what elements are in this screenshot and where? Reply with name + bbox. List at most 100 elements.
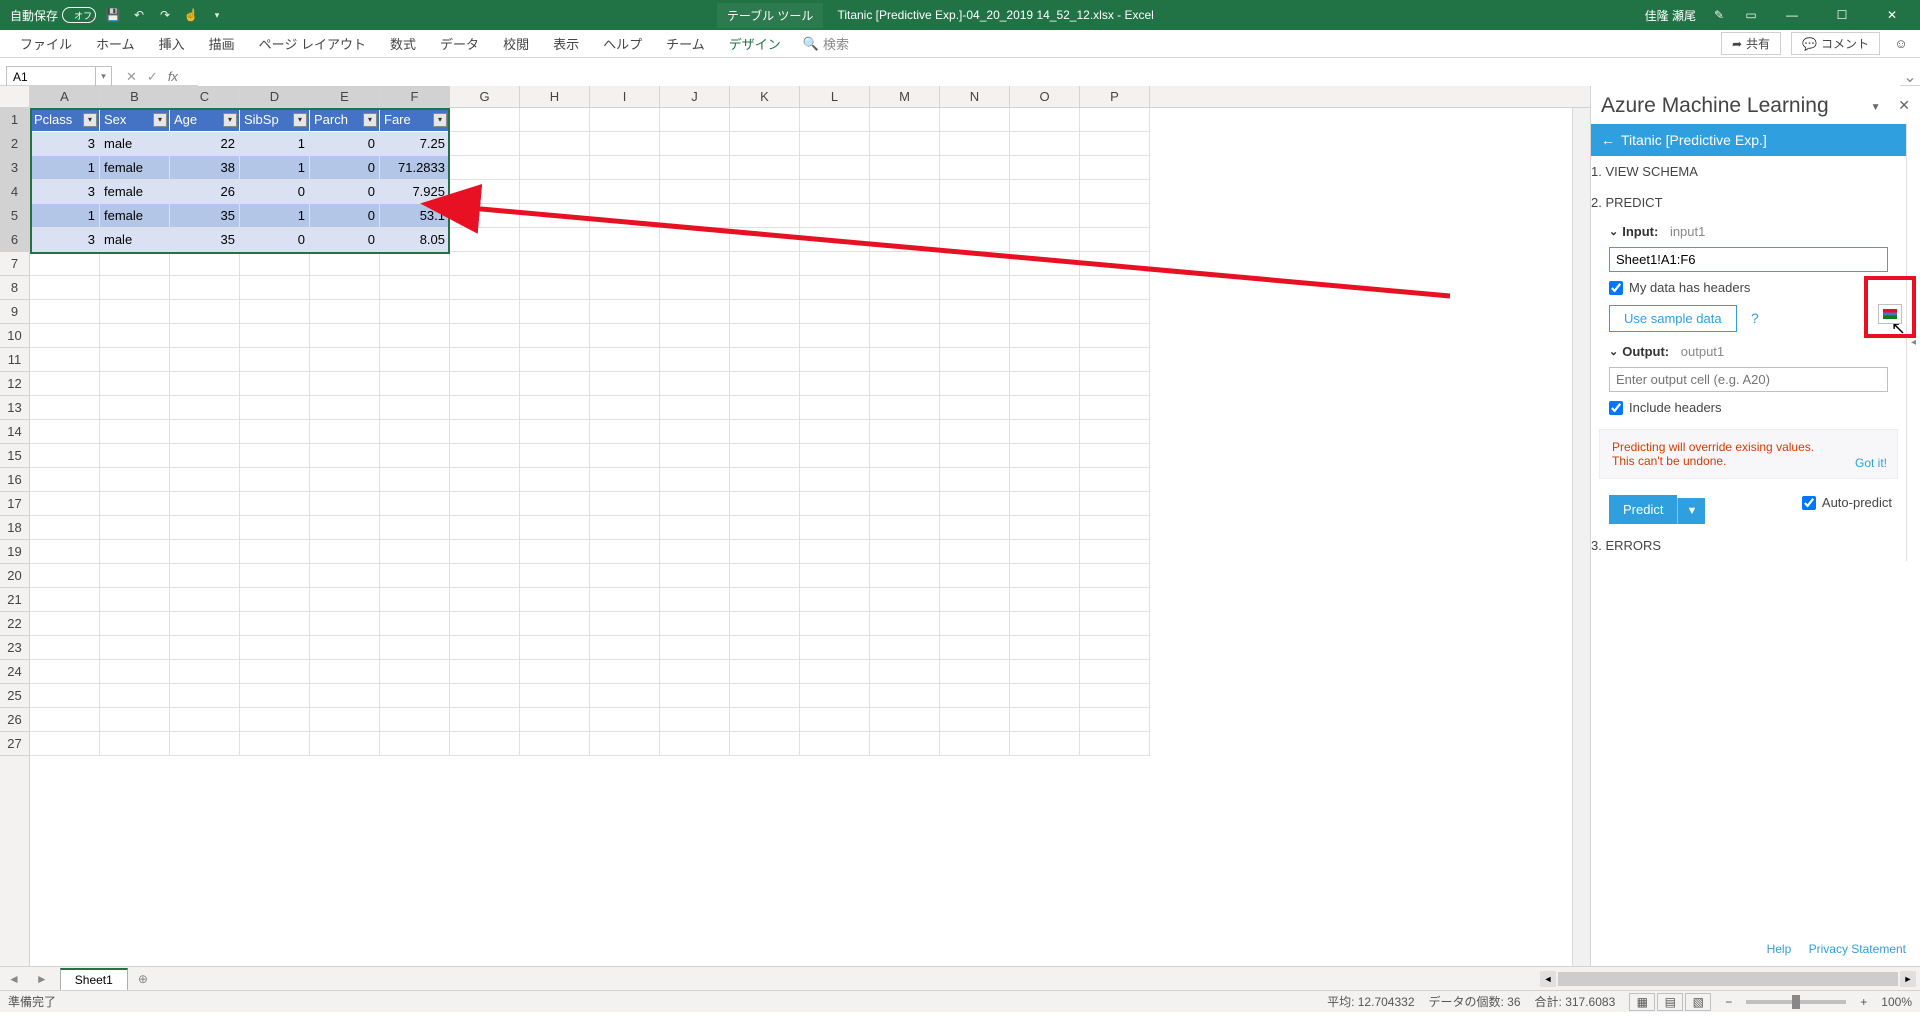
cell[interactable]: [520, 420, 590, 444]
cell[interactable]: [240, 492, 310, 516]
cell[interactable]: [100, 324, 170, 348]
table-cell[interactable]: male: [100, 228, 170, 252]
cell[interactable]: [730, 684, 800, 708]
cell[interactable]: [240, 348, 310, 372]
cell[interactable]: [520, 444, 590, 468]
feedback-smiley-icon[interactable]: ☺: [1890, 33, 1912, 55]
cell[interactable]: [940, 588, 1010, 612]
cell[interactable]: [940, 228, 1010, 252]
row-header[interactable]: 24: [0, 660, 29, 684]
view-normal-icon[interactable]: ▦: [1629, 993, 1655, 1011]
cell[interactable]: [520, 348, 590, 372]
tab-view[interactable]: 表示: [541, 30, 591, 58]
cell[interactable]: [870, 252, 940, 276]
row-header[interactable]: 25: [0, 684, 29, 708]
minimize-button[interactable]: —: [1774, 0, 1810, 30]
cell[interactable]: [30, 420, 100, 444]
cell[interactable]: [240, 468, 310, 492]
notification-icon[interactable]: ✎: [1710, 6, 1728, 24]
table-cell[interactable]: 22: [170, 132, 240, 156]
cell[interactable]: [380, 564, 450, 588]
cell[interactable]: [240, 444, 310, 468]
cell[interactable]: [590, 708, 660, 732]
cell[interactable]: [380, 468, 450, 492]
cell[interactable]: [730, 252, 800, 276]
cell[interactable]: [100, 444, 170, 468]
cell[interactable]: [170, 540, 240, 564]
row-header[interactable]: 22: [0, 612, 29, 636]
cell[interactable]: [870, 468, 940, 492]
cell[interactable]: [660, 660, 730, 684]
row-header[interactable]: 5: [0, 204, 29, 228]
cell[interactable]: [590, 444, 660, 468]
row-header[interactable]: 6: [0, 228, 29, 252]
filter-icon[interactable]: ▾: [83, 113, 97, 127]
cell[interactable]: [730, 540, 800, 564]
col-header[interactable]: A: [30, 86, 100, 107]
cell[interactable]: [170, 516, 240, 540]
cell[interactable]: [940, 324, 1010, 348]
cell[interactable]: [240, 612, 310, 636]
cell[interactable]: [170, 300, 240, 324]
cell[interactable]: [800, 252, 870, 276]
cell[interactable]: [590, 612, 660, 636]
cell[interactable]: [450, 684, 520, 708]
cell[interactable]: [800, 708, 870, 732]
cell[interactable]: [1010, 396, 1080, 420]
cell[interactable]: [1010, 444, 1080, 468]
cell[interactable]: [240, 708, 310, 732]
cell[interactable]: [170, 564, 240, 588]
cell[interactable]: [450, 612, 520, 636]
cell[interactable]: [1010, 372, 1080, 396]
cell[interactable]: [660, 492, 730, 516]
cell[interactable]: [660, 108, 730, 132]
cell[interactable]: [1010, 612, 1080, 636]
cell[interactable]: [590, 636, 660, 660]
cell[interactable]: [30, 564, 100, 588]
cell[interactable]: [800, 444, 870, 468]
col-header[interactable]: B: [100, 86, 170, 107]
cell[interactable]: [800, 372, 870, 396]
cell[interactable]: [520, 468, 590, 492]
cell[interactable]: [240, 396, 310, 420]
cell[interactable]: [240, 300, 310, 324]
row-header[interactable]: 18: [0, 516, 29, 540]
ribbon-options-icon[interactable]: ▭: [1742, 6, 1760, 24]
cell[interactable]: [800, 564, 870, 588]
cell[interactable]: [590, 108, 660, 132]
cell[interactable]: [240, 564, 310, 588]
cancel-formula-icon[interactable]: ✕: [126, 69, 137, 85]
cell[interactable]: [30, 708, 100, 732]
cell[interactable]: [800, 660, 870, 684]
row-header[interactable]: 4: [0, 180, 29, 204]
cell[interactable]: [520, 324, 590, 348]
cell[interactable]: [100, 612, 170, 636]
cell[interactable]: [1080, 468, 1150, 492]
hscroll-right-icon[interactable]: ►: [1900, 971, 1916, 987]
cell[interactable]: [450, 372, 520, 396]
cell[interactable]: [450, 540, 520, 564]
cell[interactable]: [170, 588, 240, 612]
cell[interactable]: [450, 276, 520, 300]
cell[interactable]: [1010, 228, 1080, 252]
cell[interactable]: [660, 444, 730, 468]
cell[interactable]: [590, 372, 660, 396]
cell[interactable]: [170, 660, 240, 684]
cell[interactable]: [520, 612, 590, 636]
cell[interactable]: [800, 300, 870, 324]
table-header-cell[interactable]: Age▾: [170, 108, 240, 132]
table-cell[interactable]: 0: [310, 132, 380, 156]
cell[interactable]: [520, 636, 590, 660]
cell[interactable]: [240, 420, 310, 444]
row-header[interactable]: 1: [0, 108, 29, 132]
cell[interactable]: [660, 708, 730, 732]
cell[interactable]: [870, 732, 940, 756]
cell[interactable]: [940, 276, 1010, 300]
cell[interactable]: [940, 732, 1010, 756]
cell[interactable]: [100, 660, 170, 684]
auto-predict-checkbox[interactable]: Auto-predict: [1802, 495, 1892, 510]
cell[interactable]: [450, 180, 520, 204]
cell[interactable]: [520, 540, 590, 564]
cell[interactable]: [1080, 228, 1150, 252]
cell[interactable]: [30, 732, 100, 756]
